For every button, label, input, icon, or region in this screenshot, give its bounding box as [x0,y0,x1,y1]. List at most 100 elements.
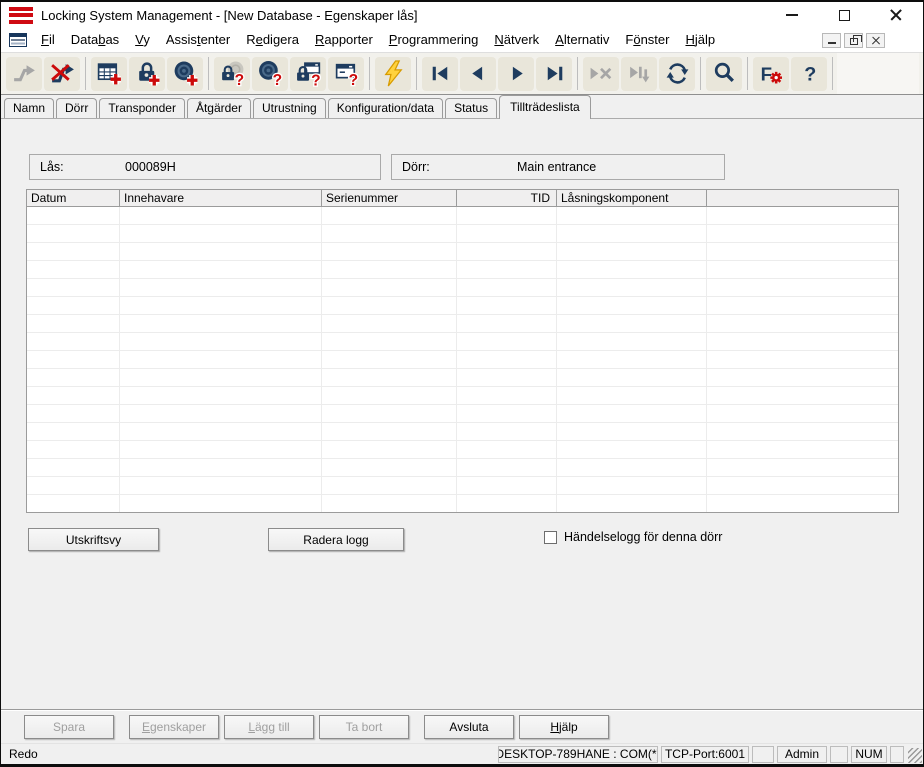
mdi-close-button[interactable] [866,33,885,48]
resize-grip[interactable] [908,748,922,763]
maximize-button[interactable] [833,5,855,25]
logout-cross-icon [49,60,76,87]
toolbar-separator [208,57,209,90]
new-lock-button[interactable] [129,57,165,91]
toolbar-separator [369,57,370,90]
lagg-till-button: Lägg till [224,715,314,739]
status-text: Redo [9,747,498,761]
menu-rapporter[interactable]: Rapporter [307,30,381,49]
menu-programmering[interactable]: Programmering [381,30,487,49]
read-window-button[interactable]: ? [328,57,364,91]
table-gridline [119,207,120,512]
tab-transponder[interactable]: Transponder [99,98,185,118]
refresh-button[interactable] [659,57,695,91]
table-header: DatumInnehavareSerienummerTIDLåsningskom… [27,190,898,207]
menu-natverk[interactable]: Nätverk [486,30,547,49]
egenskaper-button: Egenskaper [129,715,219,739]
column-header-empty[interactable] [707,190,898,206]
help-icon: ? [796,60,823,87]
column-header-serienummer[interactable]: Serienummer [322,190,457,206]
event-log-checkbox[interactable] [544,531,557,544]
menu-items: FilDatabasVyAssistenterRedigeraRapporter… [33,31,723,49]
new-matrix-button[interactable] [91,57,127,91]
tab-utrustning[interactable]: Utrustning [253,98,326,118]
tab-status[interactable]: Status [445,98,497,118]
column-header-innehavare[interactable]: Innehavare [120,190,322,206]
content-area: Lås: 000089H Dörr: Main entrance DatumIn… [1,119,923,709]
new-matrix-icon [96,60,123,87]
first-record-button[interactable] [422,57,458,91]
tab-konfiguration-data[interactable]: Konfiguration/data [328,98,443,118]
access-list-table: DatumInnehavareSerienummerTIDLåsningskom… [26,189,899,513]
last-record-button[interactable] [536,57,572,91]
menu-databas[interactable]: Databas [63,30,127,49]
menu-fil[interactable]: Fil [33,30,63,49]
table-gridline [321,207,322,512]
new-transponder-button[interactable] [167,57,203,91]
status-bar: Redo DESKTOP-789HANE : COM(*)TCP-Port:60… [1,743,923,764]
tab-strip: NamnDörrTransponderÅtgärderUtrustningKon… [1,95,923,119]
mdi-minimize-button[interactable] [822,33,841,48]
table-body[interactable] [27,207,898,512]
menu-hjalp[interactable]: Hjälp [677,30,723,49]
column-header-lasningskomponent[interactable]: Låsningskomponent [557,190,707,206]
print-view-button[interactable]: Utskriftsvy [28,528,159,551]
login-arrow-icon [11,60,38,87]
toolbar-spacer [837,53,919,94]
tab-atgarder[interactable]: Åtgärder [187,98,251,118]
filter-settings-button[interactable]: F [753,57,789,91]
footer-button-bar: SparaEgenskaperLägg tillTa bortAvslutaHj… [1,709,923,743]
previous-record-button[interactable] [460,57,496,91]
mdi-child-window-icon[interactable] [9,33,27,47]
read-transponder-icon: ? [257,60,284,87]
menu-redigera[interactable]: Redigera [238,30,307,49]
read-lock-window-button[interactable]: ? [290,57,326,91]
close-button[interactable] [885,5,907,25]
previous-record-icon [465,60,492,87]
toolbar-separator [832,57,833,90]
toolbar-separator [700,57,701,90]
tab-tilltradeslista[interactable]: Tillträdeslista [499,95,591,119]
menu-alternativ[interactable]: Alternativ [547,30,617,49]
read-lock-button[interactable]: ? [214,57,250,91]
mdi-restore-button[interactable] [844,33,863,48]
next-record-button[interactable] [498,57,534,91]
mdi-window-controls [822,33,917,48]
svg-text:?: ? [311,72,321,87]
toolbar-separator [85,57,86,90]
app-window: Locking System Management - [New Databas… [0,0,924,767]
tab-namn[interactable]: Namn [4,98,54,118]
maximize-icon [839,10,850,21]
menu-fonster[interactable]: Fönster [617,30,677,49]
menu-bar: FilDatabasVyAssistenterRedigeraRapporter… [1,28,923,53]
table-gridline [556,207,557,512]
status-panel-empty [830,746,848,763]
column-header-datum[interactable]: Datum [27,190,120,206]
svg-text:?: ? [234,72,244,87]
hjalp-button[interactable]: Hjälp [519,715,609,739]
toolbar-separator [747,57,748,90]
minimize-button[interactable] [781,5,803,25]
menu-assistenter[interactable]: Assistenter [158,30,238,49]
tab-dorr[interactable]: Dörr [56,98,97,118]
read-transponder-button[interactable]: ? [252,57,288,91]
filter-settings-icon: F [758,60,785,87]
skip-end-button [621,57,657,91]
clear-log-button[interactable]: Radera logg [268,528,404,551]
door-field: Dörr: Main entrance [391,154,725,180]
status-panel-tcp-port-6001: TCP-Port:6001 [661,746,749,763]
toolbar-separator [577,57,578,90]
login-arrow-button [6,57,42,91]
status-panel-desktop-789hane-com: DESKTOP-789HANE : COM(*) [498,746,658,763]
help-button[interactable]: ? [791,57,827,91]
logout-cross-button[interactable] [44,57,80,91]
window-controls [781,5,917,25]
column-header-tid[interactable]: TID [457,190,557,206]
menu-vy[interactable]: Vy [127,30,158,49]
status-panel-empty [752,746,774,763]
avsluta-button[interactable]: Avsluta [424,715,514,739]
new-transponder-icon [172,60,199,87]
program-flash-button[interactable] [375,57,411,91]
search-button[interactable] [706,57,742,91]
skip-cancel-icon [588,60,615,87]
